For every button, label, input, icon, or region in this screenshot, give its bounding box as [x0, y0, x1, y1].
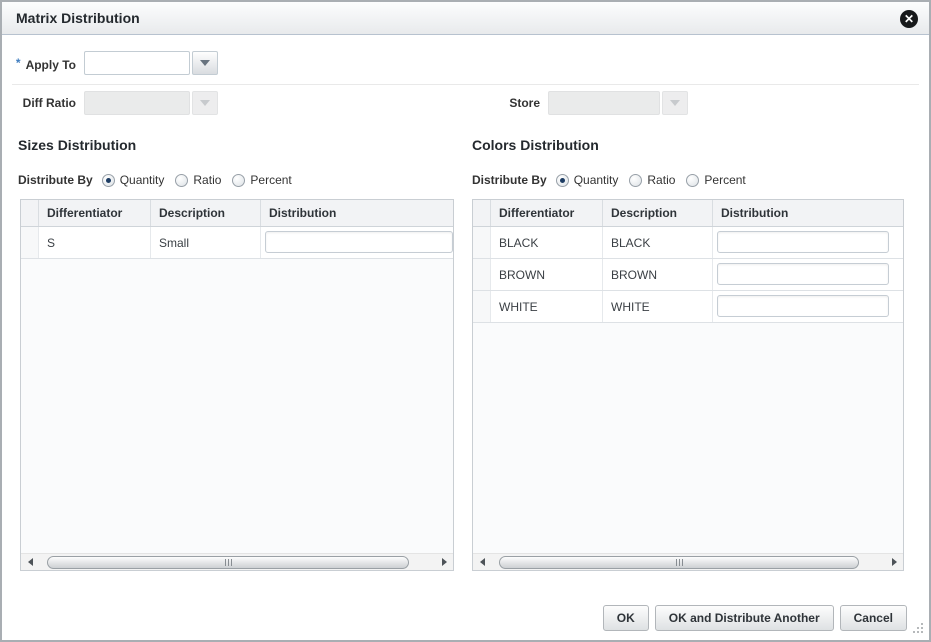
table-row[interactable]: WHITE WHITE	[473, 291, 903, 323]
cell-distribution	[713, 227, 903, 258]
colors-radio-ratio-label: Ratio	[647, 173, 675, 187]
colors-distribute-by-label: Distribute By	[472, 173, 547, 187]
colors-table: Differentiator Description Distribution …	[472, 199, 904, 571]
chevron-down-icon	[200, 60, 210, 66]
close-icon[interactable]: ✕	[900, 10, 918, 28]
store-dropdown-button	[662, 91, 688, 115]
required-marker: *	[16, 56, 21, 70]
distribution-input[interactable]	[717, 231, 889, 253]
apply-to-label: Apply To	[26, 58, 76, 72]
row-selector[interactable]	[473, 259, 491, 290]
cell-differentiator: BLACK	[491, 227, 603, 258]
grip-icon	[224, 559, 233, 566]
selector-column-header	[473, 200, 491, 226]
cell-description: Small	[151, 227, 261, 258]
cell-description: BLACK	[603, 227, 713, 258]
dialog-footer: OK OK and Distribute Another Cancel	[603, 605, 907, 631]
sizes-table: Differentiator Description Distribution …	[20, 199, 454, 571]
sizes-distribute-by-group: Distribute By Quantity Ratio Percent	[18, 172, 303, 188]
grip-icon	[675, 559, 684, 566]
apply-to-label-box: * Apply To	[2, 51, 76, 75]
colors-radio-quantity-label: Quantity	[574, 173, 619, 187]
diff-ratio-input	[84, 91, 190, 115]
column-header-distribution: Distribution	[713, 200, 903, 226]
cell-differentiator: WHITE	[491, 291, 603, 322]
column-header-description: Description	[603, 200, 713, 226]
column-header-differentiator: Differentiator	[491, 200, 603, 226]
diff-ratio-dropdown-button	[192, 91, 218, 115]
colors-radio-percent-label: Percent	[704, 173, 745, 187]
apply-to-combobox	[84, 51, 218, 75]
selector-column-header	[21, 200, 39, 226]
table-row[interactable]: BROWN BROWN	[473, 259, 903, 291]
sizes-radio-ratio[interactable]	[175, 174, 188, 187]
scroll-left-icon[interactable]	[23, 556, 37, 569]
cell-distribution	[713, 259, 903, 290]
dialog-title: Matrix Distribution	[16, 10, 140, 26]
cancel-button[interactable]: Cancel	[840, 605, 907, 631]
scroll-track[interactable]	[491, 556, 885, 569]
row-selector[interactable]	[473, 227, 491, 258]
colors-section-heading: Colors Distribution	[472, 137, 599, 153]
sizes-radio-quantity[interactable]	[102, 174, 115, 187]
colors-radio-ratio[interactable]	[629, 174, 642, 187]
ok-button[interactable]: OK	[603, 605, 649, 631]
diff-ratio-combobox	[84, 91, 218, 115]
ok-and-distribute-another-button[interactable]: OK and Distribute Another	[655, 605, 834, 631]
sizes-radio-ratio-label: Ratio	[193, 173, 221, 187]
matrix-distribution-dialog: Matrix Distribution ✕ * Apply To Diff Rat…	[0, 0, 931, 642]
store-label-box: Store	[464, 91, 540, 115]
distribution-input[interactable]	[265, 231, 453, 253]
scroll-left-icon[interactable]	[475, 556, 489, 569]
sizes-horizontal-scrollbar[interactable]	[21, 553, 453, 570]
sizes-radio-percent[interactable]	[232, 174, 245, 187]
colors-horizontal-scrollbar[interactable]	[473, 553, 903, 570]
scroll-thumb[interactable]	[47, 556, 409, 569]
scroll-right-icon[interactable]	[437, 556, 451, 569]
table-row[interactable]: S Small	[21, 227, 453, 259]
cell-distribution	[713, 291, 903, 322]
colors-radio-percent[interactable]	[686, 174, 699, 187]
store-label: Store	[509, 96, 540, 110]
column-header-distribution: Distribution	[261, 200, 453, 226]
distribution-input[interactable]	[717, 263, 889, 285]
scroll-right-icon[interactable]	[887, 556, 901, 569]
column-header-differentiator: Differentiator	[39, 200, 151, 226]
colors-distribute-by-group: Distribute By Quantity Ratio Percent	[472, 172, 757, 188]
scroll-thumb[interactable]	[499, 556, 859, 569]
colors-radio-quantity[interactable]	[556, 174, 569, 187]
sizes-section-heading: Sizes Distribution	[18, 137, 136, 153]
row-selector[interactable]	[473, 291, 491, 322]
store-input	[548, 91, 660, 115]
form-separator	[12, 84, 919, 85]
apply-to-input[interactable]	[84, 51, 190, 75]
resize-grip-icon[interactable]	[911, 623, 923, 635]
colors-table-header: Differentiator Description Distribution	[473, 200, 903, 227]
cell-distribution	[261, 227, 453, 258]
sizes-distribute-by-label: Distribute By	[18, 173, 93, 187]
store-combobox	[548, 91, 688, 115]
row-selector[interactable]	[21, 227, 39, 258]
cell-differentiator: S	[39, 227, 151, 258]
table-row[interactable]: BLACK BLACK	[473, 227, 903, 259]
distribution-input[interactable]	[717, 295, 889, 317]
cell-description: WHITE	[603, 291, 713, 322]
sizes-table-empty-area	[21, 259, 453, 553]
colors-table-empty-area	[473, 323, 903, 553]
cell-differentiator: BROWN	[491, 259, 603, 290]
sizes-table-header: Differentiator Description Distribution	[21, 200, 453, 227]
scroll-track[interactable]	[39, 556, 435, 569]
sizes-radio-quantity-label: Quantity	[120, 173, 165, 187]
diff-ratio-label: Diff Ratio	[23, 96, 76, 110]
cell-description: BROWN	[603, 259, 713, 290]
chevron-down-icon	[200, 100, 210, 106]
diff-ratio-label-box: Diff Ratio	[2, 91, 76, 115]
column-header-description: Description	[151, 200, 261, 226]
apply-to-dropdown-button[interactable]	[192, 51, 218, 75]
chevron-down-icon	[670, 100, 680, 106]
sizes-radio-percent-label: Percent	[250, 173, 291, 187]
dialog-titlebar: Matrix Distribution	[2, 2, 929, 35]
